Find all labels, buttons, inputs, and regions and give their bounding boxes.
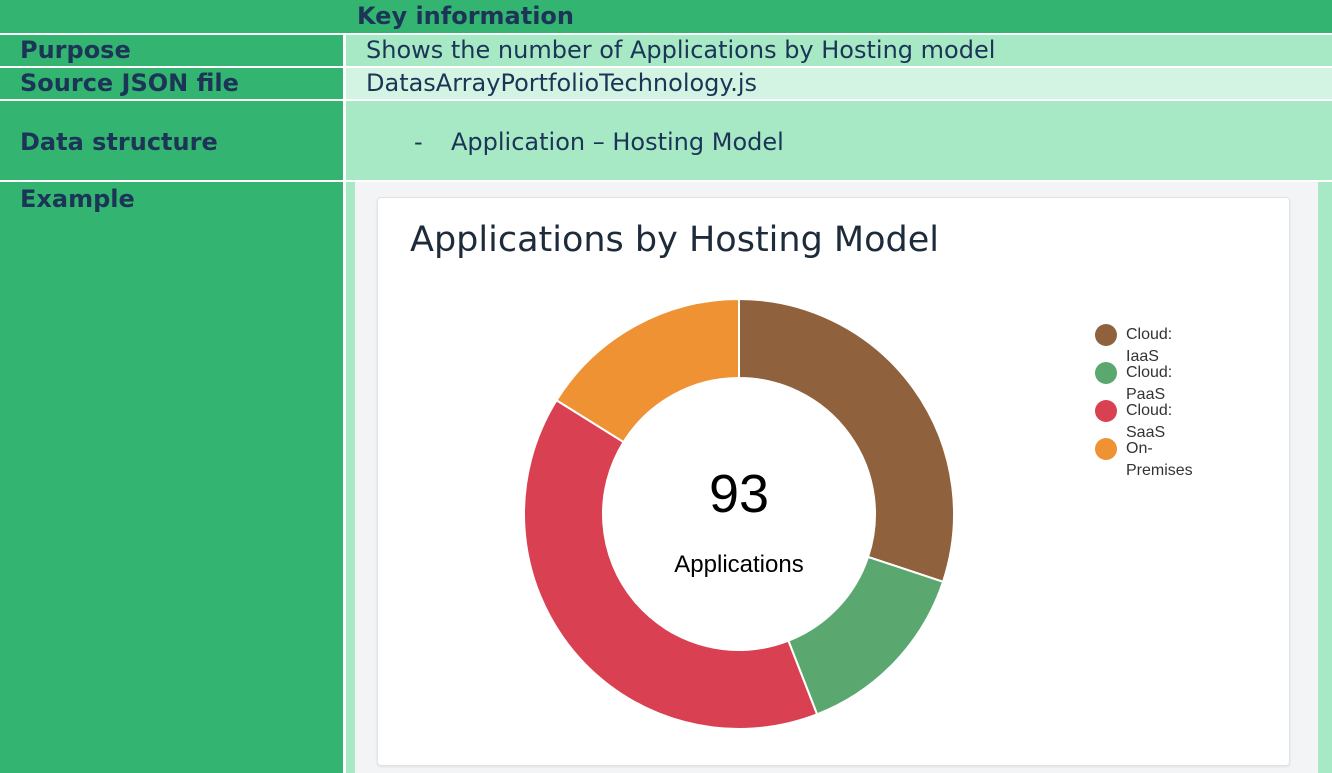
table-header-title: Key information (357, 2, 575, 30)
legend-label: On-Premises (1126, 440, 1193, 479)
example-label: Example (0, 182, 343, 773)
key-information-table: Key information Purpose Shows the number… (0, 0, 1332, 773)
structure-value-cell: - Application – Hosting Model (346, 101, 1332, 180)
structure-label: Data structure (0, 101, 343, 180)
purpose-row: Purpose Shows the number of Applications… (0, 35, 1332, 66)
structure-bullet: - (414, 128, 423, 156)
table-header-row: Key information (0, 0, 1332, 33)
structure-value: Application – Hosting Model (451, 128, 784, 156)
donut-center-value: 93 (709, 464, 769, 524)
legend-swatch (1095, 362, 1117, 384)
source-value: DatasArrayPortfolioTechnology.js (346, 68, 1332, 99)
example-row: Example Applications by Hosting Model 93… (0, 182, 1332, 773)
donut-slice-cloud-iaas[interactable] (738, 297, 955, 584)
source-row: Source JSON file DatasArrayPortfolioTech… (0, 68, 1332, 99)
legend-swatch (1095, 324, 1117, 346)
chart-card: Applications by Hosting Model 93 Applicat… (377, 197, 1290, 766)
legend-swatch (1095, 400, 1117, 422)
legend-swatch (1095, 438, 1117, 460)
purpose-value: Shows the number of Applications by Host… (346, 35, 1332, 66)
structure-row: Data structure - Application – Hosting M… (0, 101, 1332, 180)
donut-center-label: Applications (674, 551, 803, 578)
source-label: Source JSON file (0, 68, 343, 99)
donut-slice-cloud-paas[interactable] (787, 555, 945, 716)
example-value-cell: Applications by Hosting Model 93 Applicat… (346, 182, 1332, 773)
example-frame: Applications by Hosting Model 93 Applicat… (355, 182, 1318, 773)
donut-chart: 93 Applications (523, 297, 955, 730)
purpose-label: Purpose (0, 35, 343, 66)
